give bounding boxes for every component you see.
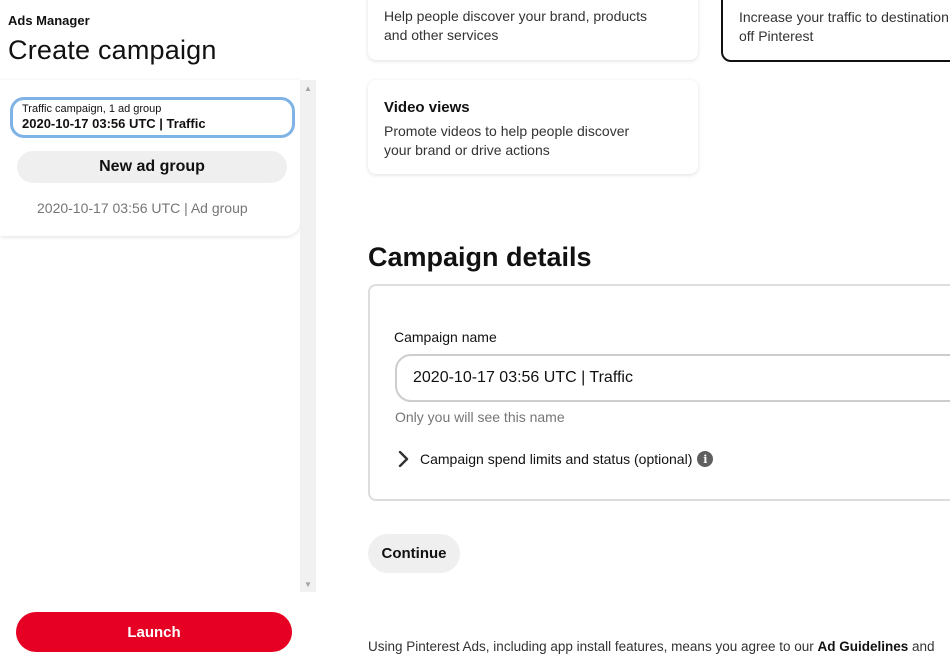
scroll-down-arrow-icon[interactable]: ▼: [300, 576, 316, 592]
footer-text-suffix: and: [908, 639, 935, 654]
ad-group-tree-item[interactable]: 2020-10-17 03:56 UTC | Ad group: [37, 200, 248, 216]
app-label: Ads Manager: [8, 13, 90, 28]
spend-limits-toggle[interactable]: Campaign spend limits and status (option…: [394, 448, 714, 470]
objective-description: Help people discover your brand, product…: [384, 8, 648, 43]
footer-text-prefix: Using Pinterest Ads, including app insta…: [368, 639, 818, 654]
campaign-tree-card: Traffic campaign, 1 ad group 2020-10-17 …: [0, 80, 300, 236]
objective-card-video-views[interactable]: Video views Promote videos to help peopl…: [368, 80, 698, 174]
objective-card-traffic-selected[interactable]: Increase your traffic to destination off…: [721, 0, 950, 62]
info-icon[interactable]: i: [697, 451, 714, 467]
campaign-tree-panel: Traffic campaign, 1 ad group 2020-10-17 …: [0, 80, 316, 592]
campaign-name-label: Campaign name: [394, 329, 497, 345]
ad-guidelines-link[interactable]: Ad Guidelines: [818, 639, 909, 654]
sidebar-scrollbar[interactable]: ▲ ▼: [300, 80, 316, 592]
page-title: Create campaign: [8, 35, 217, 65]
new-ad-group-button[interactable]: New ad group: [17, 151, 287, 183]
objective-description: Increase your traffic to destination off…: [739, 9, 949, 44]
chevron-right-icon: [394, 450, 412, 468]
campaign-name-input[interactable]: [395, 354, 950, 402]
objective-title: Video views: [384, 99, 470, 116]
scroll-up-arrow-icon[interactable]: ▲: [300, 80, 316, 96]
create-campaign-page: Ads Manager Create campaign Traffic camp…: [0, 0, 950, 662]
continue-button[interactable]: Continue: [368, 534, 460, 573]
campaign-details-title: Campaign details: [368, 242, 592, 272]
campaign-subtitle: Traffic campaign, 1 ad group: [22, 103, 162, 115]
campaign-tree-name: 2020-10-17 03:56 UTC | Traffic: [22, 116, 206, 131]
objective-description: Promote videos to help people discover y…: [384, 123, 630, 158]
campaign-tree-item[interactable]: Traffic campaign, 1 ad group 2020-10-17 …: [10, 97, 295, 138]
launch-button[interactable]: Launch: [16, 612, 292, 652]
spend-limits-label: Campaign spend limits and status (option…: [420, 451, 693, 467]
campaign-details-card: Campaign name Only you will see this nam…: [368, 284, 950, 501]
campaign-name-help: Only you will see this name: [395, 409, 565, 425]
legal-footer: Using Pinterest Ads, including app insta…: [368, 639, 935, 654]
objective-card-brand-awareness[interactable]: Help people discover your brand, product…: [368, 0, 698, 60]
